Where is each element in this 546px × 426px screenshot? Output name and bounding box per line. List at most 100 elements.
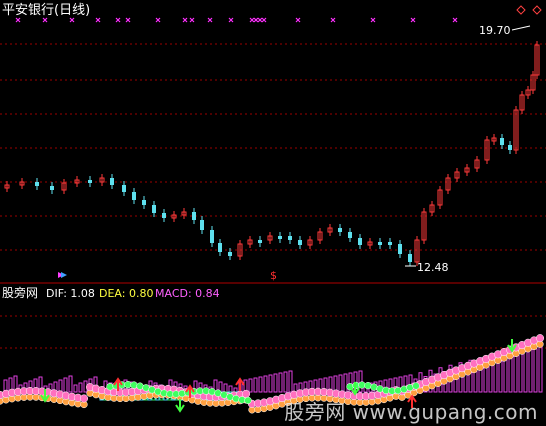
ribbon-bead (370, 383, 378, 391)
magenta-x-marker (182, 17, 188, 23)
magenta-x-marker (261, 17, 267, 23)
dif-value: DIF: 1.08 (46, 287, 95, 300)
ribbon-bead (535, 334, 545, 343)
macd-bar (263, 375, 268, 393)
ribbon-bead (400, 385, 408, 393)
macd-bar (338, 374, 343, 393)
ribbon-bead (232, 395, 240, 403)
ribbon-bead (382, 386, 390, 395)
macd-bar (248, 378, 253, 393)
dea-value: DEA: 0.80 (99, 287, 154, 300)
macd-bar (253, 377, 258, 393)
macd-bar (268, 374, 273, 393)
candle-body (152, 205, 156, 213)
ribbon-bead (154, 388, 162, 396)
down-arrow-icon (175, 399, 185, 413)
indicator-name: 股旁网 (2, 286, 39, 300)
candle-body (200, 220, 204, 230)
macd-bar (223, 383, 228, 393)
magenta-x-marker (228, 17, 234, 23)
ribbon-bead (412, 382, 420, 390)
macd-bar (538, 342, 543, 393)
candle-body (218, 243, 222, 252)
ribbon-bead (244, 396, 252, 405)
candle-body (50, 186, 54, 190)
macd-bar (528, 344, 533, 393)
candle-body (288, 236, 292, 240)
candle-body (338, 228, 342, 232)
signal-marker (61, 272, 67, 278)
candle-body (388, 242, 392, 245)
candle-body (508, 145, 512, 150)
candle-body (298, 240, 302, 245)
candle-body (122, 185, 126, 192)
high-price-label: 19.70 (479, 24, 511, 37)
ribbon-bead (178, 389, 186, 398)
ribbon-bead (160, 389, 168, 397)
chart-title: 平安银行(日线) (2, 3, 91, 18)
ribbon-bead (238, 396, 246, 404)
magenta-x-marker (155, 17, 161, 23)
ribbon-bead (130, 381, 138, 389)
candle-body (258, 240, 262, 243)
macd-bar (503, 356, 508, 393)
dollar-s-icon: $ (270, 269, 277, 282)
candle-body (500, 138, 504, 145)
ribbon-bead (202, 387, 210, 395)
macd-bar (78, 382, 83, 393)
macd-bar (58, 379, 63, 393)
candle-body (348, 232, 352, 238)
macd-bar (273, 373, 278, 393)
magenta-x-marker (295, 17, 301, 23)
candle-body (378, 242, 382, 245)
macd-bar (258, 376, 263, 393)
ribbon-bead (79, 394, 89, 403)
magenta-x-marker (257, 17, 263, 23)
ribbon-bead (106, 383, 114, 391)
candle-body (35, 182, 39, 186)
candle-body (210, 230, 214, 243)
ribbon-bead (226, 393, 234, 401)
ribbon-bead (358, 381, 366, 389)
magenta-x-marker (42, 17, 48, 23)
stock-chart-window: $ 平安银行(日线) 19.70 12.48 股旁网 DIF: 1.08 DEA… (0, 0, 546, 426)
macd-bar (278, 372, 283, 393)
macd-bar (63, 377, 68, 393)
macd-bar (533, 348, 538, 393)
macd-bar (233, 387, 238, 393)
candle-body (408, 254, 412, 262)
magenta-x-marker (330, 17, 336, 23)
candle-body (110, 178, 114, 185)
magenta-x-marker (69, 17, 75, 23)
candle-body (398, 244, 402, 254)
ribbon-bead (136, 382, 144, 390)
magenta-x-marker (15, 17, 21, 23)
diamond-icon (532, 5, 542, 15)
macd-bar (288, 370, 293, 393)
magenta-x-marker (189, 17, 195, 23)
macd-bar (68, 375, 73, 393)
ribbon-bead (376, 385, 384, 393)
watermark: 股旁网 www.gupang.com (284, 400, 538, 424)
ribbon-bead (172, 390, 180, 398)
high-pointer (511, 25, 531, 31)
candle-body (88, 180, 92, 183)
kline-chart[interactable]: $ (0, 0, 546, 426)
macd-bar (343, 373, 348, 393)
macd-bar (73, 384, 78, 393)
magenta-x-marker (95, 17, 101, 23)
candle-body (192, 212, 196, 220)
candle-body (278, 236, 282, 239)
magenta-x-marker (115, 17, 121, 23)
magenta-x-marker (125, 17, 131, 23)
ribbon-bead (364, 382, 372, 390)
diamond-icon (516, 5, 526, 15)
candle-body (228, 252, 232, 256)
ribbon-bead (394, 386, 402, 395)
magenta-x-marker (452, 17, 458, 23)
ribbon-bead (406, 383, 414, 392)
macd-value: MACD: 0.84 (155, 287, 220, 300)
macd-bar (283, 371, 288, 393)
macd-bar (228, 385, 233, 393)
low-price-label: 12.48 (417, 261, 449, 274)
